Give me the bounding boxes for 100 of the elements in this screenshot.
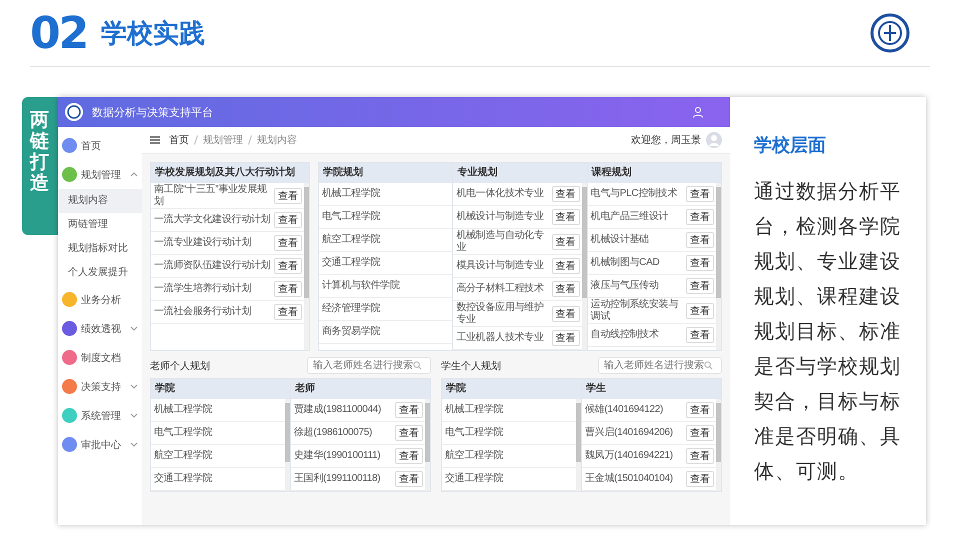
table-cell-text: 贾建成(1981100044): [294, 404, 382, 416]
scrollbar[interactable]: [716, 183, 721, 350]
table-cell-text: 机电一体化技术专业: [456, 188, 545, 200]
scrollbar[interactable]: [716, 399, 721, 491]
sidebar-item[interactable]: 规划管理: [58, 160, 142, 189]
panel-text: 通过数据分析平台，检测各学院规划、专业建设规划、课程建设规划目标、标准是否与学校规划契合，目标与标准是否明确、具体、可测。: [754, 180, 902, 485]
table-cell-text: 航空工程学院: [322, 234, 382, 246]
view-button[interactable]: 查看: [686, 402, 714, 418]
scrollbar[interactable]: [304, 183, 309, 350]
column-header: 学院: [151, 379, 290, 399]
view-button[interactable]: 查看: [274, 281, 302, 297]
sidebar-item[interactable]: 业务分析: [58, 285, 142, 314]
sidebar-subitem[interactable]: 个人发展提升: [58, 261, 142, 285]
table-cell-text: 机械工程学院: [322, 188, 382, 200]
view-button[interactable]: 查看: [395, 471, 423, 487]
view-button[interactable]: 查看: [686, 255, 714, 271]
column-header: 学院规划: [319, 163, 452, 183]
view-button[interactable]: 查看: [552, 330, 580, 346]
scrollbar[interactable]: [582, 183, 587, 350]
table-cell-text: 机械工程学院: [445, 404, 504, 416]
user-icon[interactable]: [692, 106, 704, 118]
table-cell-text: 王国利(1991100118): [294, 473, 382, 485]
view-button[interactable]: 查看: [686, 471, 714, 487]
slide-number: 02: [30, 8, 88, 58]
view-button[interactable]: 查看: [274, 235, 302, 251]
table-cell-text: 数控设备应用与维护专业: [456, 302, 545, 325]
table-cell-text: 机械设计与制造专业: [456, 211, 545, 223]
view-button[interactable]: 查看: [552, 306, 580, 322]
table-cell-text: 机电产品三维设计: [590, 211, 670, 223]
view-button[interactable]: 查看: [686, 232, 714, 248]
table-cell-text: 电气与PLC控制技术: [590, 188, 678, 200]
search-field[interactable]: 输入老师姓名进行搜索: [598, 357, 722, 374]
view-button[interactable]: 查看: [552, 281, 580, 297]
sidebar-item[interactable]: 制度文档: [58, 343, 142, 372]
table-cell-text: 一流社会服务行动计划: [154, 306, 252, 318]
sidebar-subitem[interactable]: 两链管理: [58, 213, 142, 237]
table-cell-text: 史建华(1990100111): [294, 450, 382, 462]
sidebar-item[interactable]: 决策支持: [58, 372, 142, 401]
table-cell-text: 候雄(1401694122): [585, 404, 664, 416]
table-cell-text: 交通工程学院: [322, 257, 382, 269]
view-button[interactable]: 查看: [552, 186, 580, 202]
view-button[interactable]: 查看: [686, 448, 714, 464]
table-cell-text: 一流师资队伍建设行动计划: [154, 260, 272, 272]
view-button[interactable]: 查看: [274, 258, 302, 274]
column-header: 学院: [442, 379, 581, 399]
view-button[interactable]: 查看: [395, 448, 423, 464]
search-icon: [704, 361, 713, 370]
scrollbar[interactable]: [285, 399, 290, 491]
table-cell-text: 南工院“十三五”事业发展规划: [154, 184, 268, 207]
breadcrumb-link[interactable]: 规划内容: [257, 133, 297, 147]
table-cell-text: 电气工程学院: [322, 211, 382, 223]
view-button[interactable]: 查看: [686, 278, 714, 294]
table-cell-text: 魏凤万(1401694221): [585, 450, 674, 462]
table-cell-text: 一流专业建设行动计划: [154, 237, 252, 249]
sidebar-item[interactable]: 审批中心: [58, 430, 142, 459]
table-cell-text: 机械制造与自动化专业: [456, 230, 545, 253]
column-header: 课程规划: [588, 163, 721, 183]
view-button[interactable]: 查看: [274, 304, 302, 320]
table-cell-text: 液压与气压传动: [590, 280, 660, 292]
table-cell-text: 高分子材料工程技术: [456, 283, 545, 295]
column-header: 学生: [582, 379, 721, 399]
view-button[interactable]: 查看: [686, 327, 714, 343]
view-button[interactable]: 查看: [274, 212, 302, 228]
app-title: 数据分析与决策支持平台: [92, 106, 214, 120]
table-cell-text: 计算机与软件学院: [322, 280, 401, 292]
welcome-text: 欢迎您，周玉景: [631, 134, 701, 147]
scrollbar[interactable]: [425, 399, 430, 491]
view-button[interactable]: 查看: [552, 234, 580, 250]
table-cell-text: 自动线控制技术: [590, 329, 660, 341]
table-cell-text: 模具设计与制造专业: [456, 260, 545, 272]
view-button[interactable]: 查看: [686, 425, 714, 441]
avatar[interactable]: [706, 132, 722, 148]
view-button[interactable]: 查看: [274, 188, 302, 204]
table-cell-text: 徐超(1986100075): [294, 427, 374, 439]
emblem-logo: [870, 13, 910, 53]
view-button[interactable]: 查看: [552, 209, 580, 225]
breadcrumb-link[interactable]: 规划管理: [203, 133, 243, 147]
sidebar-item[interactable]: 系统管理: [58, 401, 142, 430]
view-button[interactable]: 查看: [395, 425, 423, 441]
table-cell-text: 一流学生培养行动计划: [154, 283, 252, 295]
section-title: 学生个人规划: [441, 360, 501, 372]
view-button[interactable]: 查看: [552, 258, 580, 274]
sidebar-item[interactable]: 首页: [58, 131, 142, 160]
sidebar-item[interactable]: 绩效透视: [58, 314, 142, 343]
separator-icon: [194, 135, 198, 145]
panel-heading: 学校层面: [754, 134, 827, 157]
breadcrumb-link[interactable]: 首页: [169, 133, 189, 147]
slide-title: 学校实践: [101, 16, 206, 50]
sidebar-subitem[interactable]: 规划指标对比: [58, 237, 142, 261]
table-cell-text: 王金城(1501040104): [585, 473, 674, 485]
menu-icon[interactable]: [150, 136, 160, 144]
scrollbar[interactable]: [576, 399, 581, 491]
view-button[interactable]: 查看: [686, 302, 714, 318]
table-cell-text: 电气工程学院: [445, 427, 504, 439]
view-button[interactable]: 查看: [395, 402, 423, 418]
search-field[interactable]: 输入老师姓名进行搜索: [307, 357, 431, 374]
table-cell-text: 交通工程学院: [154, 473, 214, 485]
view-button[interactable]: 查看: [686, 186, 714, 202]
sidebar-subitem[interactable]: 规划内容: [58, 189, 142, 213]
view-button[interactable]: 查看: [686, 209, 714, 225]
